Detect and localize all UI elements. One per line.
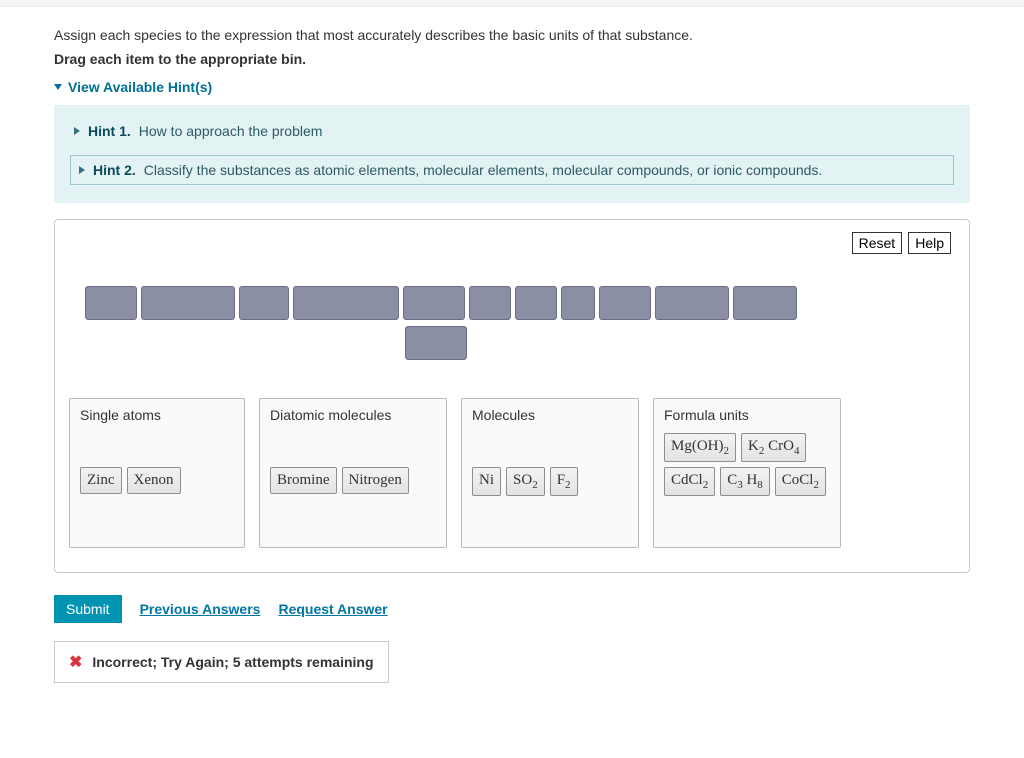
caret-right-icon <box>74 127 80 135</box>
pool-item[interactable] <box>515 286 557 320</box>
hints-toggle[interactable]: View Available Hint(s) <box>54 79 212 95</box>
bins-container: Single atoms ZincXenon Diatomic molecules B… <box>69 398 955 548</box>
top-strip <box>0 0 1024 7</box>
pool-item[interactable] <box>655 286 729 320</box>
bin[interactable]: Diatomic molecules BromineNitrogen <box>259 398 447 548</box>
bin[interactable]: Molecules NiSO2F2 <box>461 398 639 548</box>
workspace-buttons: Reset Help <box>852 232 951 254</box>
draggable-item[interactable]: Nitrogen <box>342 467 409 494</box>
caret-down-icon <box>54 84 62 90</box>
item-pool <box>85 286 955 360</box>
hint-2-text: Classify the substances as atomic elemen… <box>144 162 823 178</box>
pool-row-2 <box>85 326 955 360</box>
hints-panel: Hint 1. How to approach the problem Hint… <box>54 105 970 203</box>
draggable-item[interactable]: F2 <box>550 467 578 496</box>
hint-1-label: Hint 1. <box>88 123 131 139</box>
bin-title: Molecules <box>472 407 628 423</box>
submit-button[interactable]: Submit <box>54 595 122 623</box>
hints-toggle-label: View Available Hint(s) <box>68 79 212 95</box>
pool-item[interactable] <box>293 286 399 320</box>
bin[interactable]: Single atoms ZincXenon <box>69 398 245 548</box>
help-button[interactable]: Help <box>908 232 951 254</box>
pool-item[interactable] <box>403 286 465 320</box>
content-area: Assign each species to the expression th… <box>0 7 1024 713</box>
caret-right-icon <box>79 166 85 174</box>
hint-1-text: How to approach the problem <box>139 123 323 139</box>
pool-item[interactable] <box>141 286 235 320</box>
draggable-item[interactable]: K2 CrO4 <box>741 433 806 462</box>
pool-item[interactable] <box>469 286 511 320</box>
feedback-text: Incorrect; Try Again; 5 attempts remaini… <box>92 654 373 670</box>
previous-answers-link[interactable]: Previous Answers <box>140 601 261 617</box>
pool-item[interactable] <box>239 286 289 320</box>
draggable-item[interactable]: C3 H8 <box>720 467 770 496</box>
incorrect-icon: ✖ <box>69 652 82 672</box>
draggable-item[interactable]: Mg(OH)2 <box>664 433 736 462</box>
question-text: Assign each species to the expression th… <box>54 27 970 43</box>
draggable-item[interactable]: Xenon <box>127 467 181 494</box>
draggable-item[interactable]: CdCl2 <box>664 467 715 496</box>
bin[interactable]: Formula units Mg(OH)2K2 CrO4 CdCl2C3 H8CoC… <box>653 398 841 548</box>
action-row: Submit Previous Answers Request Answer <box>54 595 970 623</box>
reset-button[interactable]: Reset <box>852 232 903 254</box>
bin-title: Single atoms <box>80 407 234 423</box>
draggable-item[interactable]: Ni <box>472 467 501 496</box>
hint-2[interactable]: Hint 2. Classify the substances as atomi… <box>70 155 954 185</box>
pool-item[interactable] <box>85 286 137 320</box>
request-answer-link[interactable]: Request Answer <box>278 601 387 617</box>
pool-item[interactable] <box>561 286 595 320</box>
pool-item[interactable] <box>599 286 651 320</box>
instruction-text: Drag each item to the appropriate bin. <box>54 51 970 67</box>
hint-2-label: Hint 2. <box>93 162 136 178</box>
bin-title: Diatomic molecules <box>270 407 436 423</box>
pool-item[interactable] <box>405 326 467 360</box>
draggable-item[interactable]: Zinc <box>80 467 122 494</box>
bin-items: NiSO2F2 <box>472 467 628 496</box>
draggable-item[interactable]: SO2 <box>506 467 545 496</box>
bin-title: Formula units <box>664 407 830 423</box>
hint-1[interactable]: Hint 1. How to approach the problem <box>70 117 954 145</box>
bin-items: Mg(OH)2K2 CrO4 CdCl2C3 H8CoCl2 <box>664 433 830 496</box>
bin-items: BromineNitrogen <box>270 467 436 494</box>
bin-items: ZincXenon <box>80 467 234 494</box>
feedback-box: ✖ Incorrect; Try Again; 5 attempts remai… <box>54 641 389 683</box>
pool-row-1 <box>85 286 955 320</box>
draggable-item[interactable]: Bromine <box>270 467 337 494</box>
pool-item[interactable] <box>733 286 797 320</box>
drag-workspace: Reset Help Single atoms ZincXenon Diatomic… <box>54 219 970 573</box>
draggable-item[interactable]: CoCl2 <box>775 467 826 496</box>
